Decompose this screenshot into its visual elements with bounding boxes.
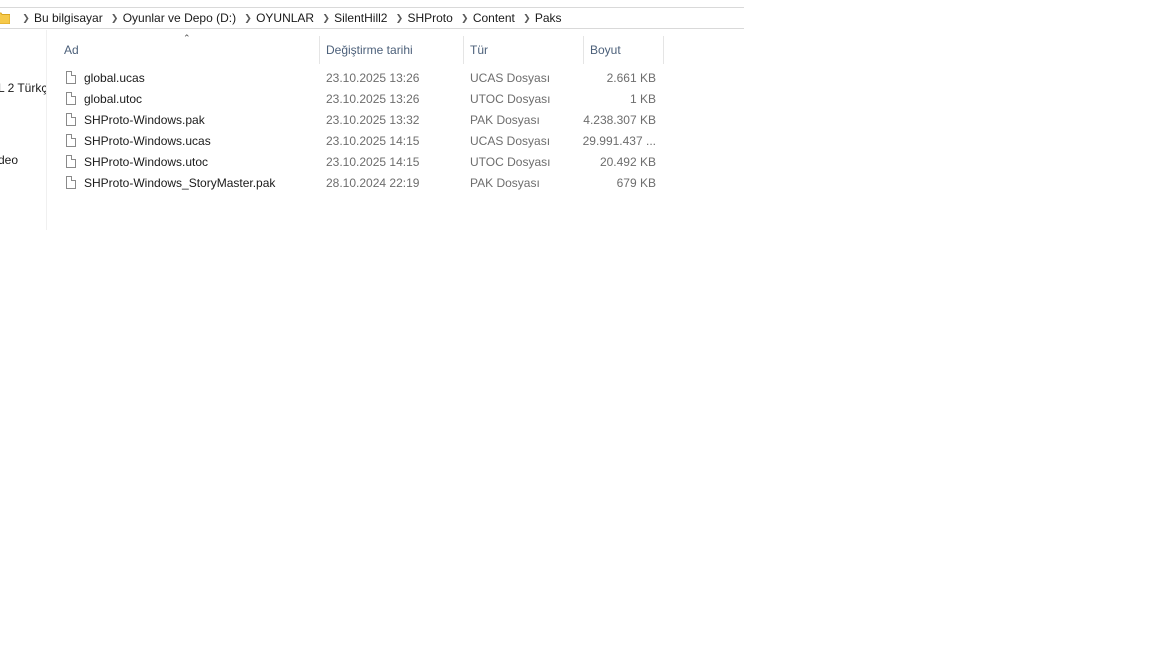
file-name: SHProto-Windows.utoc (84, 155, 209, 169)
file-icon (66, 92, 76, 105)
file-explorer-window: ❯ Bu bilgisayar ❯ Oyunlar ve Depo (D:) ❯… (0, 0, 744, 230)
file-name: global.ucas (84, 71, 145, 85)
breadcrumb-item[interactable]: Paks (535, 11, 566, 25)
navigation-pane: L 2 Türkç deo (0, 30, 47, 230)
file-size: 1 KB (629, 92, 656, 106)
file-date: 23.10.2025 14:15 (326, 134, 420, 148)
file-row[interactable]: global.utoc 23.10.2025 13:26 UTOC Dosyas… (58, 89, 664, 110)
file-row[interactable]: global.ucas 23.10.2025 13:26 UCAS Dosyas… (58, 68, 664, 89)
file-name-cell[interactable]: SHProto-Windows.ucas (66, 131, 318, 152)
file-name: SHProto-Windows.ucas (84, 134, 211, 148)
address-bar[interactable]: ❯ Bu bilgisayar ❯ Oyunlar ve Depo (D:) ❯… (0, 7, 744, 29)
file-rows: global.ucas 23.10.2025 13:26 UCAS Dosyas… (58, 68, 664, 194)
breadcrumb-item[interactable]: SHProto (407, 11, 456, 25)
file-name-cell[interactable]: global.utoc (66, 89, 318, 110)
file-type: UTOC Dosyası (470, 155, 551, 169)
file-name-cell[interactable]: SHProto-Windows_StoryMaster.pak (66, 173, 318, 194)
column-header-type[interactable]: Tür (464, 36, 584, 64)
column-header-name[interactable]: Ad (58, 36, 320, 64)
chevron-right-icon[interactable]: ❯ (457, 13, 473, 24)
file-size: 679 KB (616, 176, 656, 190)
folder-icon (0, 12, 10, 24)
file-date: 23.10.2025 14:15 (326, 155, 420, 169)
file-date: 23.10.2025 13:32 (326, 113, 420, 127)
file-list: ⌃ Ad Değiştirme tarihi Tür Boyut global.… (58, 33, 664, 194)
breadcrumb: ❯ Bu bilgisayar ❯ Oyunlar ve Depo (D:) ❯… (18, 8, 566, 28)
file-date: 28.10.2024 22:19 (326, 176, 420, 190)
chevron-right-icon[interactable]: ❯ (18, 13, 34, 24)
file-name-cell[interactable]: global.ucas (66, 68, 318, 89)
file-icon (66, 176, 76, 189)
column-header-date[interactable]: Değiştirme tarihi (320, 36, 464, 64)
chevron-right-icon[interactable]: ❯ (318, 13, 334, 24)
file-icon (66, 71, 76, 84)
breadcrumb-item[interactable]: OYUNLAR (256, 11, 318, 25)
file-row[interactable]: SHProto-Windows_StoryMaster.pak 28.10.20… (58, 173, 664, 194)
file-icon (66, 155, 76, 168)
file-row[interactable]: SHProto-Windows.pak 23.10.2025 13:32 PAK… (58, 110, 664, 131)
file-size: 4.238.307 KB (583, 113, 656, 127)
file-name-cell[interactable]: SHProto-Windows.pak (66, 110, 318, 131)
breadcrumb-item[interactable]: Bu bilgisayar (34, 11, 107, 25)
column-header-row: ⌃ Ad Değiştirme tarihi Tür Boyut (58, 33, 664, 64)
file-type: PAK Dosyası (470, 113, 540, 127)
chevron-right-icon[interactable]: ❯ (240, 13, 256, 24)
chevron-right-icon[interactable]: ❯ (107, 13, 123, 24)
file-type: UCAS Dosyası (470, 134, 551, 148)
file-type: UCAS Dosyası (470, 71, 551, 85)
file-size: 20.492 KB (599, 155, 656, 169)
file-name: SHProto-Windows.pak (84, 113, 205, 127)
file-size: 29.991.437 ... (582, 134, 656, 148)
file-size: 2.661 KB (606, 71, 656, 85)
breadcrumb-item[interactable]: Content (473, 11, 519, 25)
file-date: 23.10.2025 13:26 (326, 71, 420, 85)
file-type: PAK Dosyası (470, 176, 540, 190)
file-name: SHProto-Windows_StoryMaster.pak (84, 176, 276, 190)
breadcrumb-item[interactable]: SilentHill2 (334, 11, 391, 25)
nav-item[interactable]: L 2 Türkç (0, 81, 46, 95)
nav-item[interactable]: deo (0, 153, 18, 167)
chevron-right-icon[interactable]: ❯ (391, 13, 407, 24)
column-header-size[interactable]: Boyut (584, 36, 664, 64)
file-icon (66, 134, 76, 147)
chevron-right-icon[interactable]: ❯ (519, 13, 535, 24)
file-name-cell[interactable]: SHProto-Windows.utoc (66, 152, 318, 173)
breadcrumb-item[interactable]: Oyunlar ve Depo (D:) (123, 11, 240, 25)
file-icon (66, 113, 76, 126)
file-row[interactable]: SHProto-Windows.ucas 23.10.2025 14:15 UC… (58, 131, 664, 152)
file-row[interactable]: SHProto-Windows.utoc 23.10.2025 14:15 UT… (58, 152, 664, 173)
file-name: global.utoc (84, 92, 143, 106)
file-type: UTOC Dosyası (470, 92, 551, 106)
file-date: 23.10.2025 13:26 (326, 92, 420, 106)
